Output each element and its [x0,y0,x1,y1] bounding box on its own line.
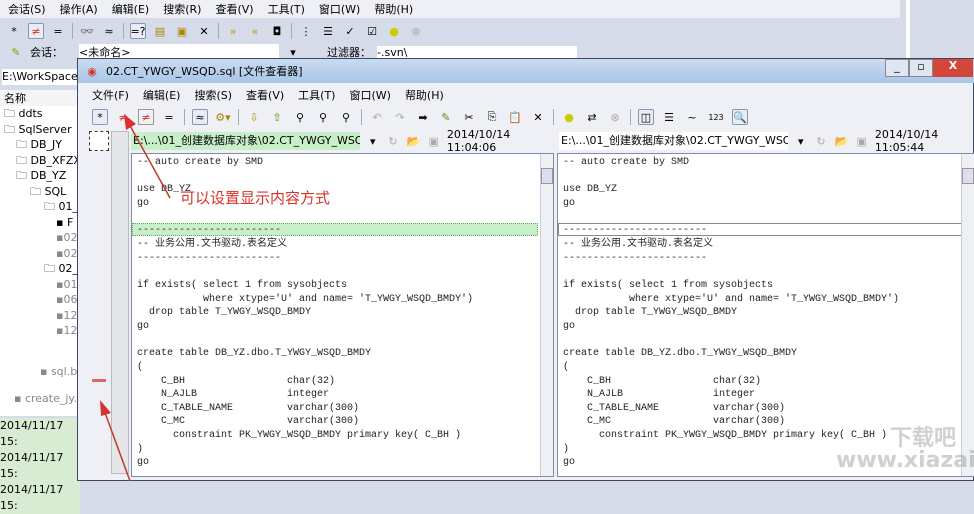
arrow-line [103,409,131,481]
arrow-head [124,114,136,130]
annotation-arrows [100,114,171,481]
timestamp: 2014/11/17 15: [0,483,64,512]
arrow-head [100,400,111,416]
arrow-line [127,121,171,199]
